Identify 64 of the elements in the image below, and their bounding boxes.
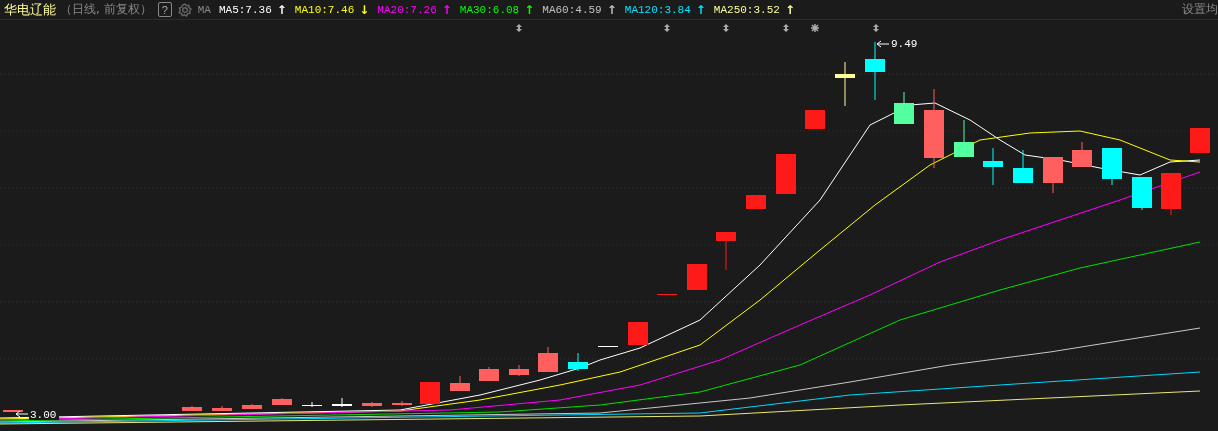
moving-average-value: MA250:3.52 bbox=[713, 3, 780, 16]
candlestick bbox=[983, 147, 1003, 186]
event-marker-icon[interactable] bbox=[783, 24, 789, 32]
ma-settings-link[interactable]: 设置均 bbox=[1182, 1, 1218, 18]
candlestick bbox=[598, 345, 618, 348]
event-marker-icon[interactable] bbox=[516, 24, 522, 32]
trend-arrow: ↑ bbox=[276, 2, 287, 17]
event-marker-icon[interactable] bbox=[664, 24, 670, 32]
candlestick bbox=[776, 153, 796, 195]
candlestick bbox=[746, 194, 766, 210]
moving-average-value: MA120:3.84 bbox=[624, 3, 691, 16]
stock-name: 华电辽能 bbox=[4, 0, 56, 19]
trend-arrow: ↑ bbox=[441, 2, 452, 17]
period-label: （日线, 前复权） bbox=[60, 1, 152, 18]
candlestick bbox=[954, 119, 974, 158]
event-marker-icon[interactable] bbox=[723, 24, 729, 32]
candlestick bbox=[182, 405, 202, 412]
indicator-label: MA bbox=[197, 3, 211, 16]
candlestick bbox=[1161, 172, 1181, 216]
trend-arrow: ↑ bbox=[784, 2, 795, 17]
candlestick bbox=[420, 381, 440, 405]
moving-average-value: MA60:4.59 bbox=[542, 3, 602, 16]
trend-arrow: ↓ bbox=[359, 2, 370, 17]
candlestick bbox=[212, 405, 232, 412]
candlestick bbox=[865, 41, 885, 101]
candlestick bbox=[628, 321, 648, 346]
help-button[interactable]: ? bbox=[157, 2, 172, 17]
candlestick bbox=[450, 375, 470, 392]
low-price-label: 3.00 bbox=[30, 409, 57, 421]
trend-arrow: ↑ bbox=[695, 2, 706, 17]
leader-line bbox=[876, 40, 890, 48]
candlestick bbox=[716, 231, 736, 271]
candlestick bbox=[1072, 141, 1092, 168]
candlestick bbox=[687, 263, 707, 291]
candlestick bbox=[894, 91, 914, 125]
high-price-label: 9.49 bbox=[891, 38, 918, 50]
leader-line bbox=[15, 410, 29, 418]
candlestick bbox=[568, 352, 588, 372]
candlestick bbox=[272, 397, 292, 406]
trend-arrow: ↑ bbox=[606, 2, 617, 17]
candlestick bbox=[1043, 156, 1063, 194]
candlestick bbox=[392, 400, 412, 407]
candlestick bbox=[242, 403, 262, 410]
candlestick bbox=[805, 109, 825, 130]
moving-average-value: MA10:7.46 bbox=[294, 3, 355, 16]
star-marker-icon[interactable] bbox=[810, 23, 820, 33]
trend-arrow: ↑ bbox=[524, 2, 535, 17]
moving-average-value: MA20:7.26 bbox=[377, 3, 437, 16]
candlestick bbox=[509, 364, 529, 377]
candlestick bbox=[657, 293, 677, 296]
moving-average-value: MA30:6.08 bbox=[459, 3, 520, 16]
candlestick bbox=[1132, 176, 1152, 211]
candlestick bbox=[1013, 149, 1033, 184]
candlestick bbox=[332, 397, 352, 408]
moving-average-value: MA5:7.36 bbox=[218, 3, 272, 16]
candlestick bbox=[1102, 147, 1122, 186]
candlestick bbox=[479, 366, 499, 382]
candlestick bbox=[3, 409, 23, 413]
settings-icon[interactable] bbox=[177, 2, 192, 17]
candlestick bbox=[538, 346, 558, 373]
candlestick bbox=[1190, 127, 1210, 154]
event-marker-icon[interactable] bbox=[873, 24, 879, 32]
candlestick bbox=[302, 401, 322, 408]
candlestick bbox=[835, 61, 855, 107]
